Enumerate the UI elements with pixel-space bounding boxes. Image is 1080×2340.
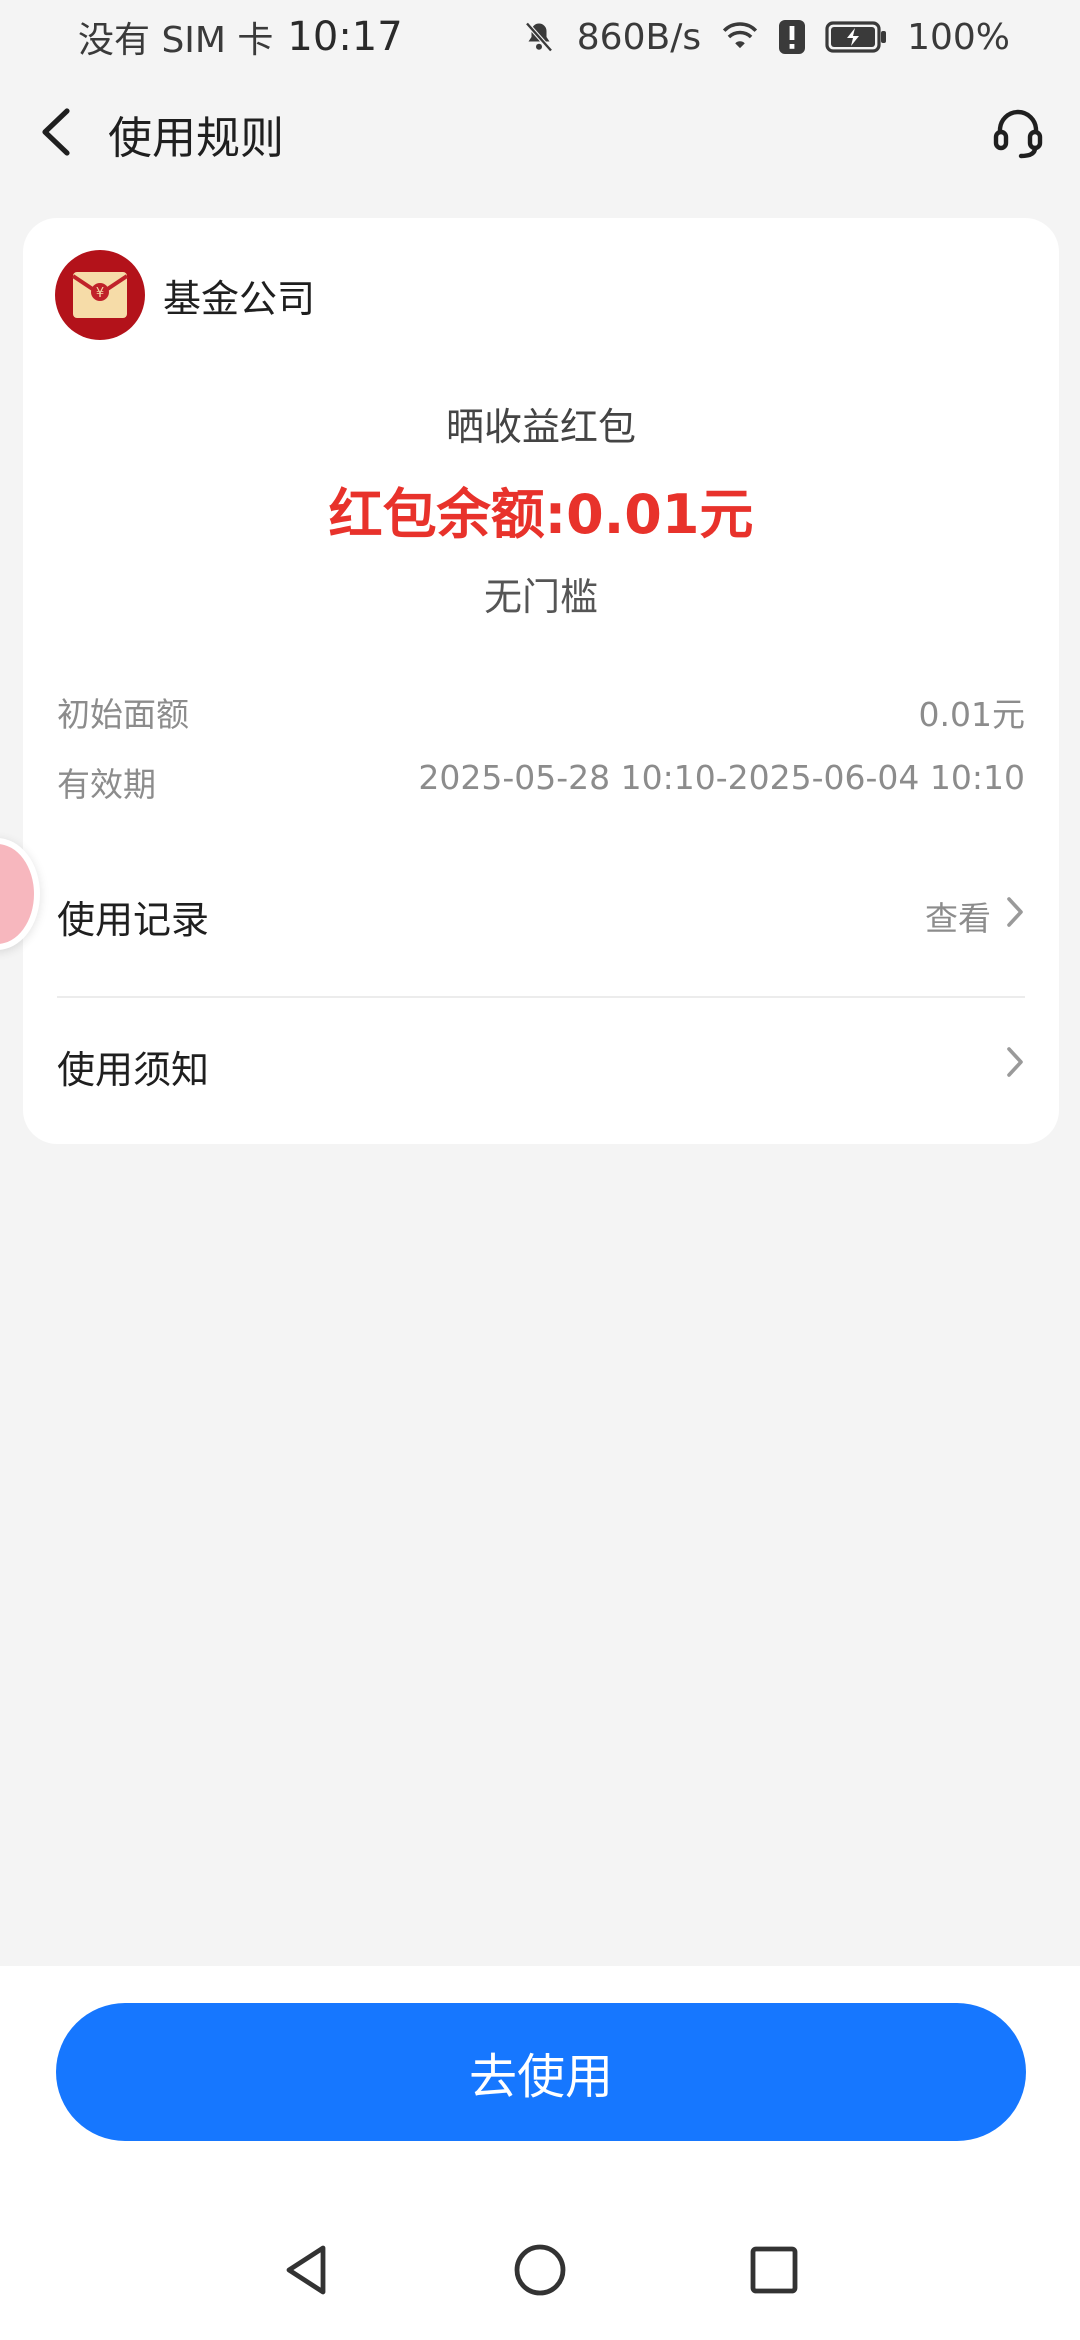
header: 使用规则 — [0, 92, 1080, 176]
info-label: 初始面额 — [57, 695, 189, 734]
usage-record-row[interactable]: 使用记录 查看 — [57, 866, 1025, 966]
nav-back-button[interactable] — [274, 2240, 338, 2304]
page-title: 使用规则 — [108, 113, 284, 164]
page: 没有 SIM 卡 10:17 860B/s 100% 使用规则 ¥ 基金公司 晒… — [0, 0, 1080, 2340]
back-triangle-icon — [281, 2242, 331, 2302]
coupon-threshold: 无门槛 — [483, 575, 598, 619]
header-left: 使用规则 — [24, 102, 284, 166]
clock: 10:17 — [287, 14, 403, 60]
mute-bell-icon — [521, 19, 557, 55]
usage-notice-row[interactable]: 使用须知 — [57, 1016, 1025, 1116]
bottom-action-area: 去使用 — [0, 1966, 1080, 2340]
info-value: 0.01元 — [918, 695, 1025, 734]
coupon-card: ¥ 基金公司 晒收益红包 红包余额:0.01元 无门槛 初始面额 0.01元 有… — [23, 218, 1059, 1144]
info-row-initial-amount: 初始面额 0.01元 — [57, 688, 1025, 736]
status-left: 没有 SIM 卡 10:17 — [78, 11, 403, 63]
info-value: 2025-05-28 10:10-2025-06-04 10:10 — [418, 758, 1025, 797]
divider — [57, 996, 1025, 998]
brand-name: 基金公司 — [163, 276, 316, 321]
red-envelope-icon: ¥ — [55, 250, 145, 340]
chevron-left-icon — [39, 107, 73, 161]
status-right: 860B/s 100% — [521, 17, 1010, 58]
carrier-text: 没有 SIM 卡 — [78, 20, 274, 61]
customer-service-button[interactable] — [986, 102, 1050, 166]
status-bar: 没有 SIM 卡 10:17 860B/s 100% — [0, 0, 1080, 74]
usage-notice-action[interactable] — [1005, 1045, 1025, 1087]
alert-icon — [779, 20, 806, 54]
svg-text:¥: ¥ — [96, 286, 104, 301]
net-speed: 860B/s — [576, 16, 702, 58]
usage-record-action[interactable]: 查看 — [925, 892, 1025, 940]
chevron-right-icon — [1005, 1045, 1025, 1087]
info-row-validity: 有效期 2025-05-28 10:10-2025-06-04 10:10 — [57, 758, 1025, 806]
info-label: 有效期 — [57, 765, 156, 804]
view-link-text: 查看 — [925, 899, 991, 938]
back-button[interactable] — [24, 102, 88, 166]
nav-recents-button[interactable] — [742, 2240, 806, 2304]
use-now-button[interactable]: 去使用 — [56, 2003, 1026, 2141]
coupon-name: 晒收益红包 — [445, 405, 636, 449]
chevron-right-icon — [1005, 895, 1025, 937]
usage-notice-label: 使用须知 — [57, 1047, 210, 1092]
battery-percent: 100% — [907, 16, 1010, 58]
headset-icon — [990, 104, 1046, 164]
coupon-balance: 红包余额:0.01元 — [328, 483, 754, 546]
wifi-icon — [721, 21, 759, 53]
usage-record-label: 使用记录 — [57, 897, 210, 942]
system-nav-bar — [0, 2222, 1080, 2322]
battery-charging-icon — [825, 21, 887, 53]
brand-row: ¥ 基金公司 — [55, 250, 315, 340]
recents-square-icon — [749, 2245, 799, 2299]
nav-home-button[interactable] — [508, 2240, 572, 2304]
home-circle-icon — [513, 2243, 567, 2301]
